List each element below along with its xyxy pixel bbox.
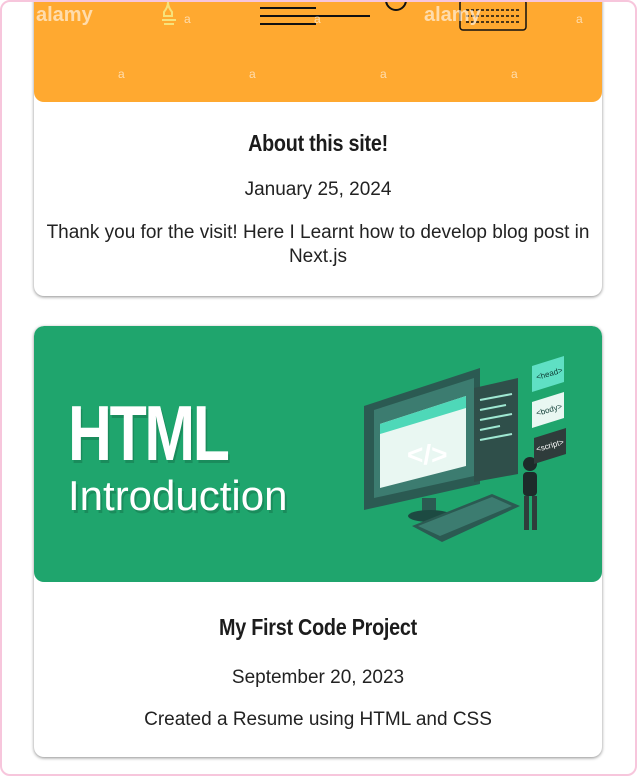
watermark-small: a [184,12,191,26]
post-date: September 20, 2023 [231,667,405,688]
circle-icon [385,2,407,11]
watermark: alamy [424,4,481,26]
watermark-small: a [314,12,321,26]
lightbulb-icon [162,2,176,25]
post-cover-image: alamy alamy a a a a a a a [34,2,602,102]
blog-post-card[interactable]: alamy alamy a a a a a a a About this sit… [34,2,602,296]
coding-illustration-labels: </> <head> <body> <script> [407,366,565,470]
watermark-small: a [249,67,256,81]
blog-post-card[interactable]: HTML Introduction </> <head> <body> <scr… [34,326,602,757]
post-date: January 25, 2024 [244,179,392,200]
code-symbol: </> [407,439,447,470]
post-title[interactable]: About this site! [74,130,562,157]
post-cover-image: HTML Introduction </> <head> <body> <scr… [34,326,602,582]
body-tag-label: <body> [535,402,563,418]
head-tag-label: <head> [535,366,564,382]
watermark-small: a [576,12,583,26]
watermark-small: a [511,67,518,81]
script-tag-label: <script> [535,437,565,454]
page-frame: alamy alamy a a a a a a a About this sit… [0,0,637,776]
watermark: alamy [36,4,93,26]
post-title[interactable]: My First Code Project [74,614,562,641]
watermark-small: a [380,67,387,81]
post-description: Thank you for the visit! Here I Learnt h… [46,222,590,267]
watermark-small: a [118,67,125,81]
post-description: Created a Resume using HTML and CSS [144,709,492,730]
